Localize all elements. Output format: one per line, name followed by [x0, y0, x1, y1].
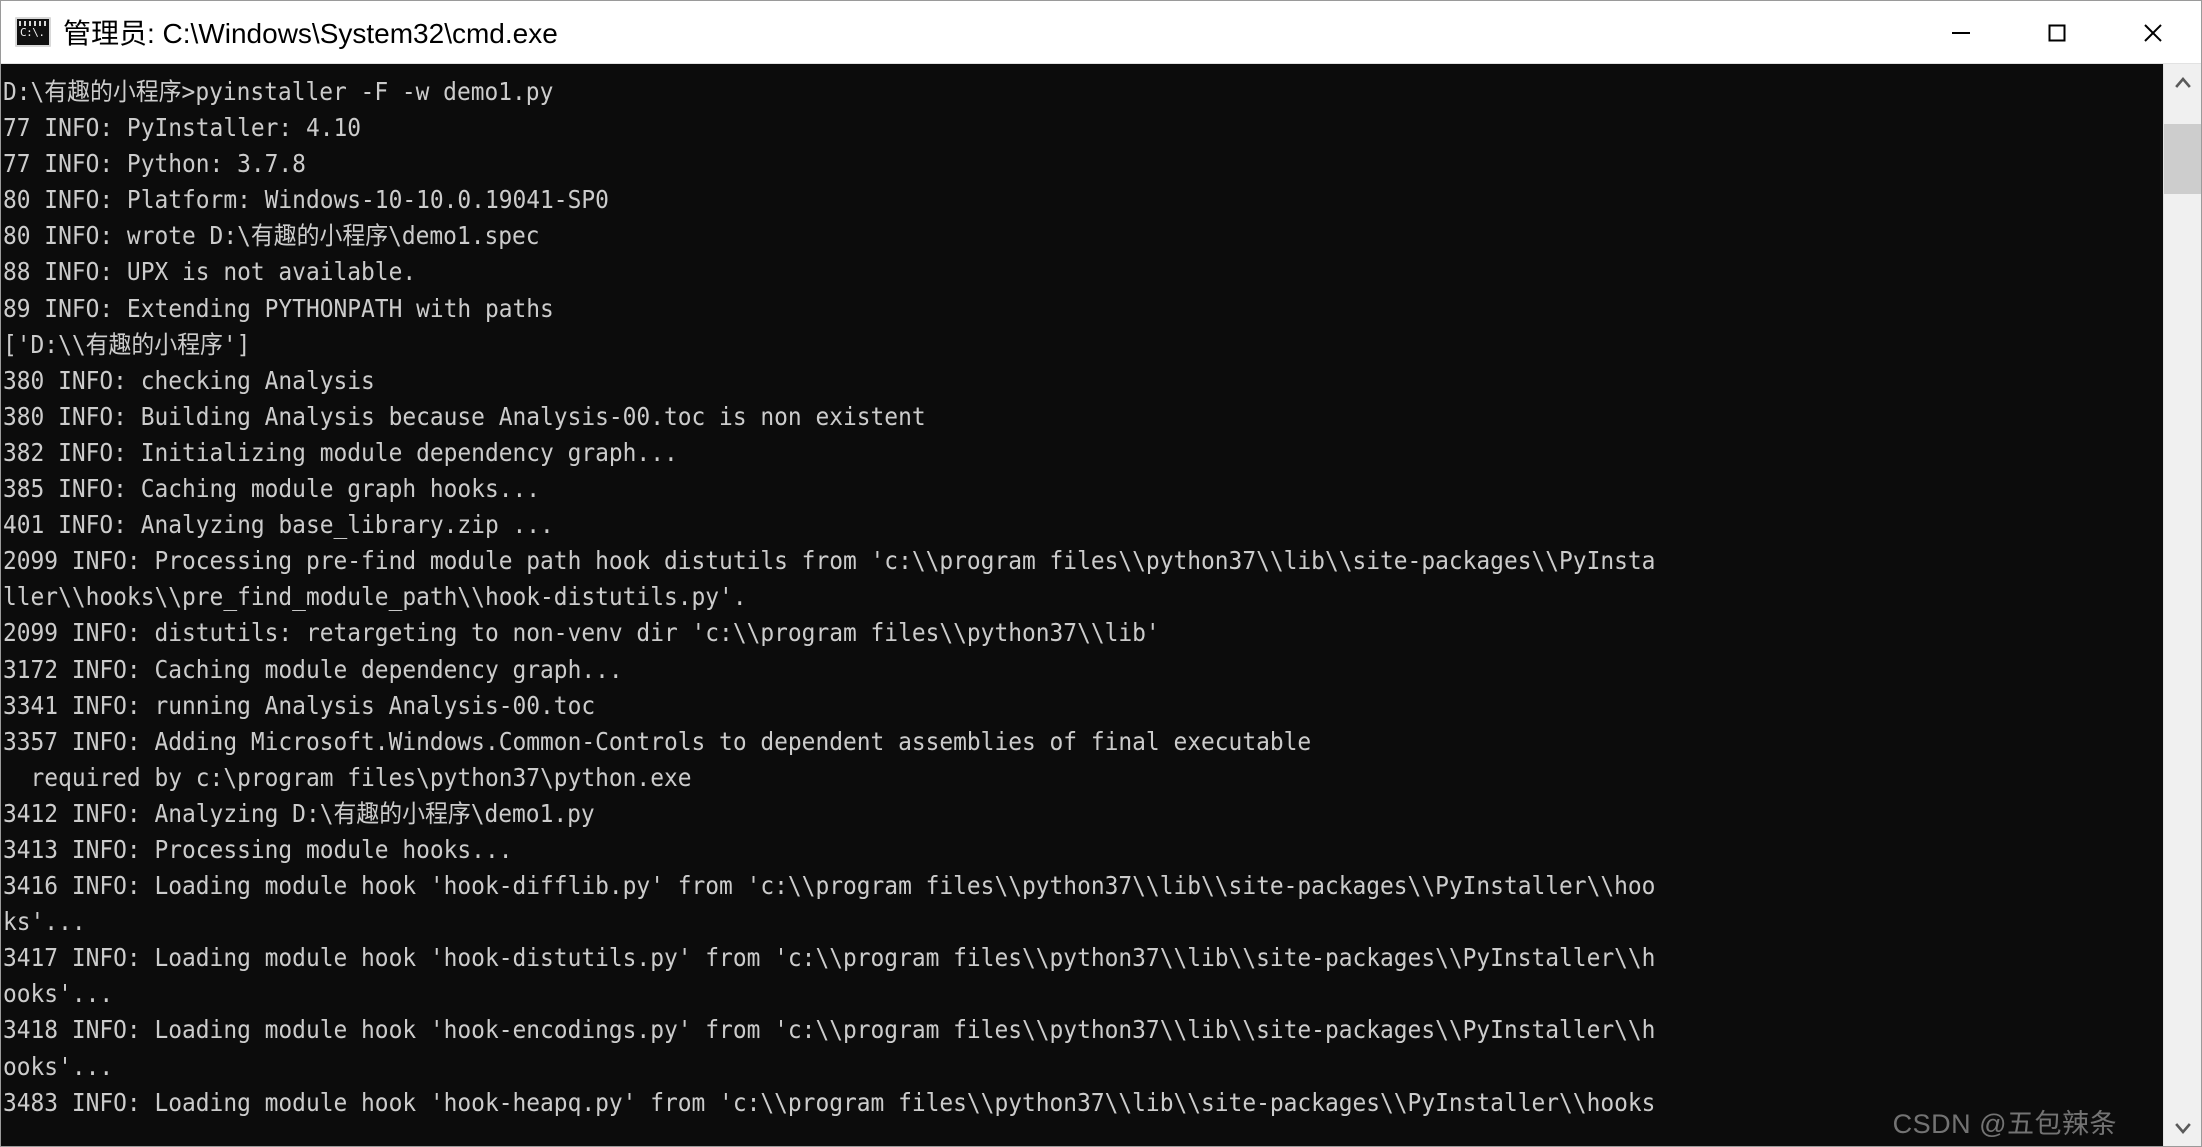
scrollbar-track[interactable]: [2164, 102, 2201, 1109]
console-output-text: D:\有趣的小程序>pyinstaller -F -w demo1.py 77 …: [3, 77, 1656, 1117]
window-controls: [1913, 1, 2201, 64]
chevron-up-icon: [2174, 77, 2191, 88]
minimize-icon: [1952, 31, 1970, 34]
window-title: 管理员: C:\Windows\System32\cmd.exe: [63, 18, 558, 49]
maximize-button[interactable]: [2009, 1, 2105, 64]
console-area: D:\有趣的小程序>pyinstaller -F -w demo1.py 77 …: [1, 64, 2201, 1146]
maximize-icon: [2048, 24, 2066, 41]
scrollbar-up-button[interactable]: [2164, 64, 2201, 102]
cmd-console-icon: [15, 17, 51, 47]
minimize-button[interactable]: [1913, 1, 2009, 64]
scrollbar-thumb[interactable]: [2164, 124, 2201, 194]
close-button[interactable]: [2105, 1, 2201, 64]
vertical-scrollbar[interactable]: [2163, 64, 2201, 1146]
title-bar[interactable]: 管理员: C:\Windows\System32\cmd.exe: [1, 1, 2201, 64]
cmd-window: 管理员: C:\Windows\System32\cmd.exe: [0, 0, 2202, 1147]
scrollbar-down-button[interactable]: [2164, 1109, 2201, 1146]
close-icon: [2144, 23, 2162, 42]
chevron-down-icon: [2174, 1123, 2191, 1134]
console-output-panel[interactable]: D:\有趣的小程序>pyinstaller -F -w demo1.py 77 …: [1, 64, 2163, 1146]
